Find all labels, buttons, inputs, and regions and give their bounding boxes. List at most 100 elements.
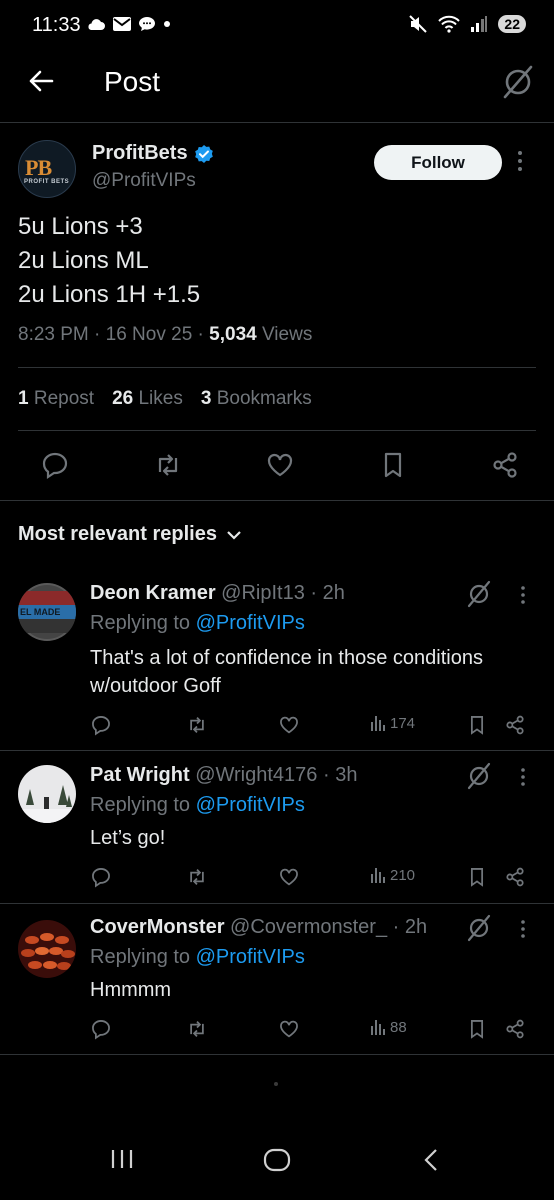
header-divider [0,122,554,123]
like-icon[interactable] [278,714,300,736]
views-icon [371,868,385,883]
reposts-stat[interactable]: 1 Repost [18,388,94,410]
reply-icon[interactable] [90,1018,112,1040]
reply-avatar[interactable] [18,920,76,978]
like-icon[interactable] [278,866,300,888]
repost-icon[interactable] [186,866,208,888]
reply-icon[interactable] [90,866,112,888]
author-avatar[interactable]: PB PROFIT BETS [18,140,76,198]
loading-dot [274,1082,278,1086]
views-stat[interactable]: 174 [370,714,415,732]
post-timestamp[interactable]: 8:23 PM · 16 Nov 25 · [18,324,209,345]
reply-context: Replying to @ProfitVIPs [90,794,305,816]
avatar-logo-text: PB [25,155,52,180]
verified-badge-icon [194,144,213,163]
reply-grok-button[interactable] [466,580,492,608]
cloud-icon [88,19,105,30]
avatar-image [18,765,76,823]
bookmark-icon[interactable] [378,450,408,480]
reply-grok-button[interactable] [466,914,492,942]
like-icon[interactable] [265,450,295,480]
replying-to-link[interactable]: @ProfitVIPs [196,794,305,816]
like-icon[interactable] [278,1018,300,1040]
reply-divider [0,750,554,751]
wifi-icon [438,15,461,33]
chat-bubble-icon [139,17,155,31]
repost-icon[interactable] [186,714,208,736]
author-name: ProfitBets [92,142,188,164]
grok-icon [467,580,491,608]
bookmark-icon[interactable] [466,866,488,888]
actions-divider [0,500,554,501]
reply-author[interactable]: Pat Wright @Wright4176 · 3h [90,764,357,787]
arrow-left-icon [29,70,54,92]
more-vertical-icon [521,920,525,938]
back-button[interactable] [28,68,54,94]
share-icon[interactable] [504,1018,526,1040]
replying-to-link[interactable]: @ProfitVIPs [196,612,305,634]
reply-text: Let’s go! [90,827,166,849]
reply-divider [0,903,554,904]
recent-apps-icon [111,1150,133,1168]
author-name-row[interactable]: ProfitBets [92,142,214,165]
home-icon [263,1148,291,1172]
reply-more-button[interactable] [520,767,526,787]
reply-context: Replying to @ProfitVIPs [90,946,305,968]
avatar-image [18,920,76,978]
replies-sort-label: Most relevant replies [18,523,217,545]
dot-icon [164,21,170,27]
reply-icon[interactable] [40,450,70,480]
status-notification-icons [86,15,172,33]
follow-button[interactable]: Follow [374,145,502,180]
avatar-logo-subtext: PROFIT BETS [24,179,70,185]
reply-more-button[interactable] [520,919,526,939]
more-vertical-icon [521,586,525,604]
page-title: Post [104,66,161,97]
chevron-down-icon [227,530,241,540]
bookmark-icon[interactable] [466,1018,488,1040]
home-button[interactable] [263,1148,291,1172]
reply-author[interactable]: Deon Kramer @RipIt13 · 2h [90,582,345,605]
repost-icon[interactable] [153,450,183,480]
share-icon[interactable] [490,450,520,480]
bookmarks-stat[interactable]: 3 Bookmarks [201,388,312,410]
signal-icon [471,16,488,32]
post-more-button[interactable] [517,150,523,172]
recent-apps-button[interactable] [110,1148,134,1170]
post-text-line: 2u Lions ML [18,247,149,274]
post-meta: 8:23 PM · 16 Nov 25 · 5,034 Views [18,324,312,346]
bookmark-icon[interactable] [466,714,488,736]
repost-icon[interactable] [186,1018,208,1040]
post-action-bar [40,450,520,480]
views-label: Views [256,324,313,345]
share-icon[interactable] [504,714,526,736]
more-vertical-icon [521,768,525,786]
post-text-line: 5u Lions +3 [18,213,143,240]
reply-avatar[interactable] [18,765,76,823]
reply-context: Replying to @ProfitVIPs [90,612,305,634]
views-stat[interactable]: 88 [370,1018,407,1036]
replying-to-link[interactable]: @ProfitVIPs [196,946,305,968]
replies-sort-dropdown[interactable]: Most relevant replies [18,523,241,546]
views-icon [371,716,385,731]
reply-text: That's a lot of confidence in those cond… [90,647,483,697]
reply-author[interactable]: CoverMonster @Covermonster_ · 2h [90,916,427,939]
grok-button[interactable] [502,64,534,100]
views-count: 174 [390,714,416,732]
views-stat[interactable]: 210 [370,866,415,884]
reply-icon[interactable] [90,714,112,736]
stats-divider [18,430,536,431]
reply-more-button[interactable] [520,585,526,605]
share-icon[interactable] [504,866,526,888]
system-back-button[interactable] [422,1148,440,1172]
reply-avatar[interactable]: EL MADE [18,583,76,641]
meta-divider [18,367,536,368]
status-time: 11:33 [32,14,81,36]
author-handle[interactable]: @ProfitVIPs [92,170,196,192]
likes-stat[interactable]: 26 Likes [112,388,183,410]
reply-grok-button[interactable] [466,762,492,790]
more-vertical-icon [518,151,522,171]
post-text-line: 2u Lions 1H +1.5 [18,281,201,308]
avatar-text: EL MADE [20,607,61,617]
grok-icon [503,65,533,99]
